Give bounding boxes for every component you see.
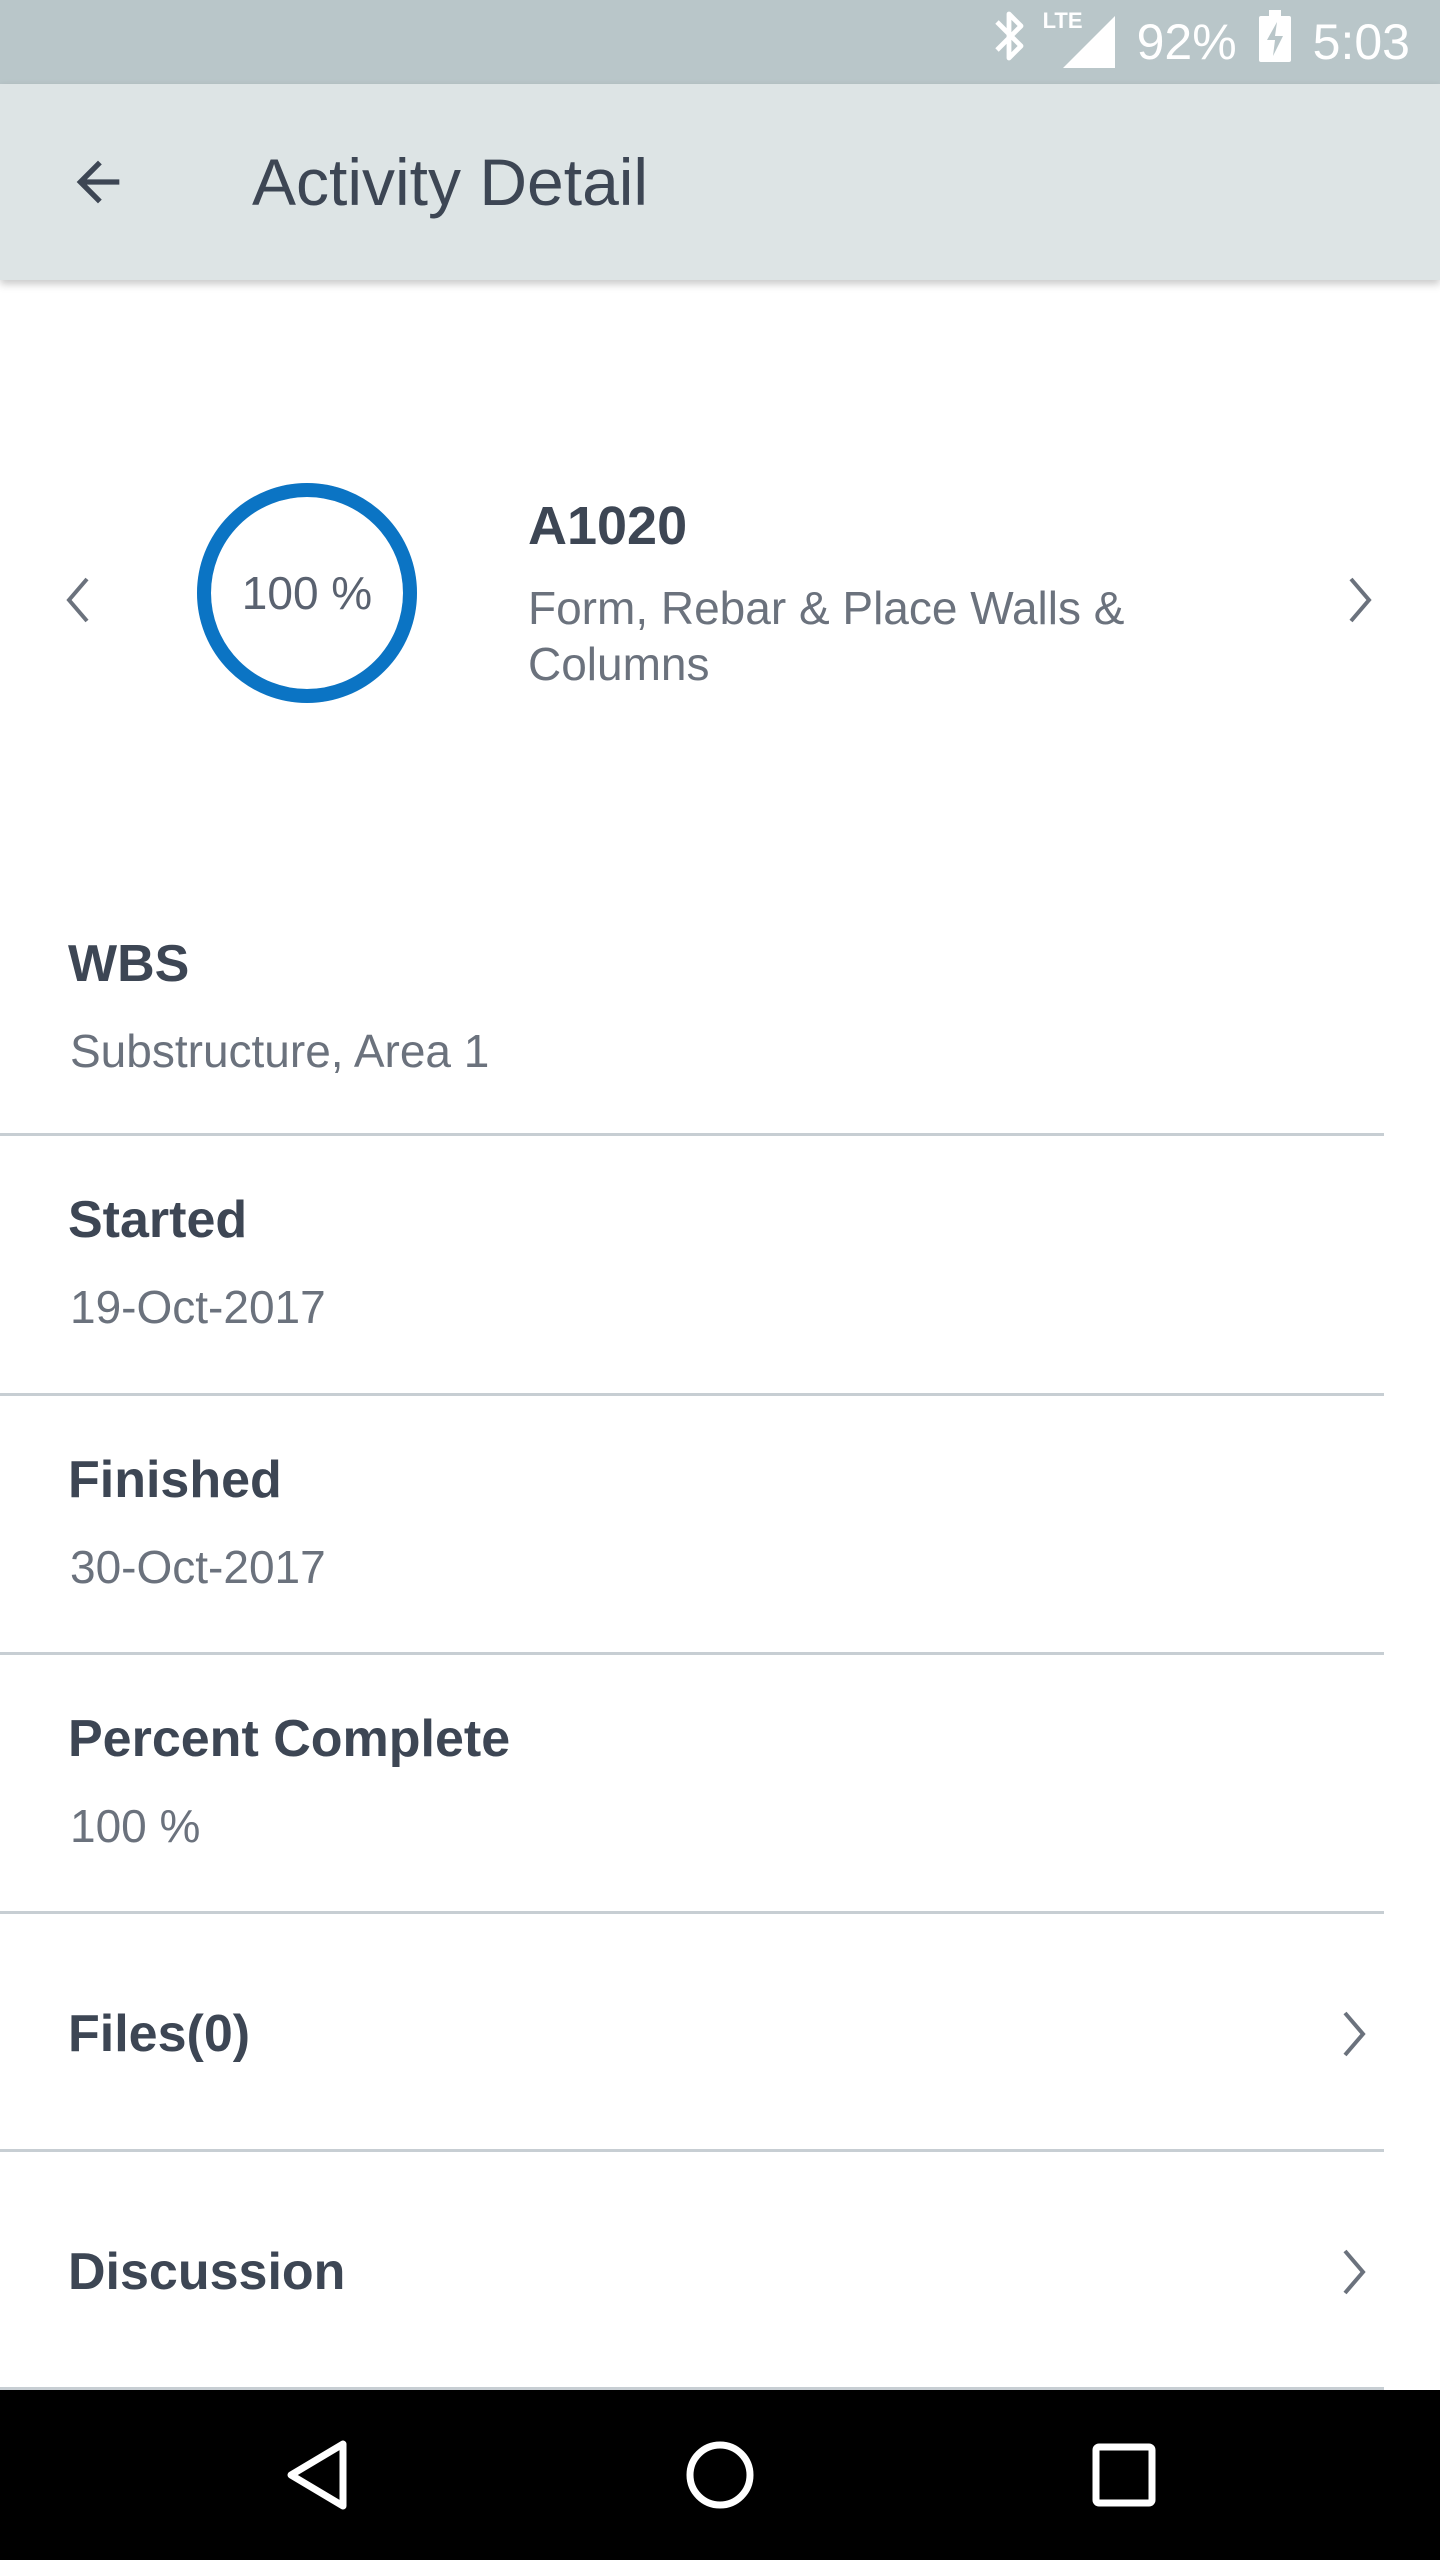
- percent-complete-row: Percent Complete 100 %: [0, 1655, 1384, 1914]
- files-label: Files(0): [68, 2005, 251, 2063]
- back-button[interactable]: [48, 132, 148, 232]
- finished-value: 30-Oct-2017: [70, 1541, 326, 1593]
- app-bar: Activity Detail: [0, 84, 1440, 280]
- page-title: Activity Detail: [252, 145, 649, 219]
- system-navigation-bar: [0, 2390, 1440, 2560]
- next-activity-button[interactable]: [1320, 550, 1400, 650]
- finished-label: Finished: [68, 1451, 282, 1509]
- clock: 5:03: [1312, 14, 1410, 70]
- bluetooth-icon: [989, 8, 1029, 76]
- status-icons: LTE 92% 5:03: [967, 0, 1410, 84]
- status-bar: LTE 92% 5:03: [0, 0, 1440, 84]
- wbs-row: WBS Substructure, Area 1: [0, 900, 1384, 1136]
- lte-signal-icon: LTE: [1043, 8, 1115, 70]
- wbs-value: Substructure, Area 1: [70, 1025, 490, 1077]
- network-type-label: LTE: [1042, 8, 1083, 33]
- previous-activity-button[interactable]: [38, 550, 118, 650]
- percent-complete-value: 100 %: [70, 1800, 201, 1852]
- triangle-back-icon: [287, 2440, 347, 2510]
- started-row: Started 19-Oct-2017: [0, 1136, 1384, 1396]
- battery-percent: 92%: [1136, 14, 1237, 70]
- nav-home-button[interactable]: [670, 2425, 770, 2525]
- progress-percent-label: 100 %: [241, 567, 373, 619]
- nav-recents-button[interactable]: [1074, 2425, 1174, 2525]
- nav-back-button[interactable]: [268, 2425, 368, 2525]
- square-recents-icon: [1092, 2443, 1156, 2507]
- discussion-label: Discussion: [68, 2243, 346, 2301]
- arrow-back-icon: [76, 160, 120, 204]
- activity-name: Form, Rebar & Place Walls & Columns: [528, 582, 1125, 690]
- chevron-right-icon: [1324, 1994, 1384, 2074]
- chevron-right-icon: [1324, 2232, 1384, 2312]
- percent-complete-label: Percent Complete: [68, 1710, 511, 1768]
- activity-code: A1020: [528, 496, 688, 556]
- chevron-left-icon: [66, 577, 89, 623]
- finished-row: Finished 30-Oct-2017: [0, 1396, 1384, 1655]
- activity-summary: 100 % A1020 Form, Rebar & Place Walls & …: [0, 420, 1440, 780]
- wbs-label: WBS: [68, 935, 190, 993]
- started-value: 19-Oct-2017: [70, 1281, 326, 1333]
- discussion-row[interactable]: Discussion: [0, 2152, 1384, 2390]
- started-label: Started: [68, 1191, 248, 1249]
- files-row[interactable]: Files(0): [0, 1914, 1384, 2152]
- battery-charging-icon: [1258, 10, 1291, 74]
- chevron-right-icon: [1349, 577, 1372, 623]
- circle-home-icon: [686, 2441, 754, 2509]
